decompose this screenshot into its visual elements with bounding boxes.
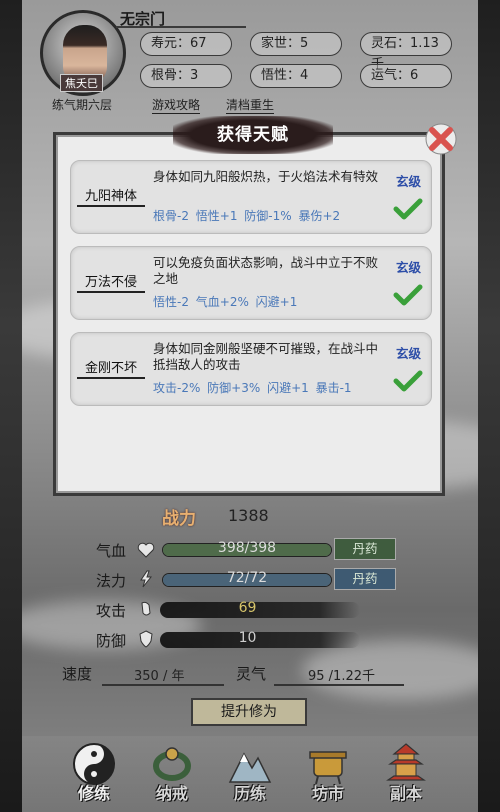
talent-grade: 玄级 bbox=[395, 346, 421, 361]
hp-label: 气血 bbox=[96, 542, 127, 560]
talent-desc: 身体如同金刚般坚硬不可摧毁，在战斗中抵挡敌人的攻击 bbox=[153, 341, 379, 372]
stat-lifespan: 寿元：67 bbox=[140, 32, 232, 56]
talent-grade: 玄级 bbox=[395, 174, 421, 189]
talent-bonus: 攻击-2% 防御+3% 闪避+1 暴击-1 bbox=[153, 381, 352, 395]
talent-bonus: 根骨-2 悟性+1 防御-1% 暴伤+2 bbox=[153, 209, 341, 223]
talent-card-1: 九阳神体 身体如同九阳般炽热，于火焰法术有特效 根骨-2 悟性+1 防御-1% … bbox=[70, 160, 432, 234]
stat-bone: 根骨：3 bbox=[140, 64, 232, 88]
power-label: 战力 bbox=[162, 509, 196, 529]
defense-label: 防御 bbox=[96, 632, 127, 650]
stat-spirit-stone: 灵石：1.13千 bbox=[360, 32, 452, 72]
stat-comprehension: 悟性：4 bbox=[250, 64, 342, 88]
lightning-icon bbox=[140, 570, 153, 588]
mp-value: 72/72 bbox=[226, 570, 268, 586]
fist-icon bbox=[141, 601, 151, 616]
talent-name: 万法不侵 bbox=[77, 271, 145, 293]
speed-label: 速度 bbox=[62, 665, 93, 683]
talent-card-2: 万法不侵 可以免疫负面状态影响，战斗中立于不败之地 悟性-2 气血+2% 闪避+… bbox=[70, 246, 432, 320]
nav-ring[interactable]: 纳戒 bbox=[136, 742, 208, 808]
heart-icon bbox=[137, 542, 155, 558]
attack-value: 69 bbox=[238, 600, 257, 616]
modal-title: 获得天赋 bbox=[217, 125, 289, 145]
attack-label: 攻击 bbox=[96, 602, 127, 620]
nav-label: 历练 bbox=[233, 784, 266, 803]
check-icon[interactable] bbox=[393, 197, 423, 221]
qi-value: 95 /1.22千 bbox=[308, 669, 375, 684]
nav-label: 副本 bbox=[389, 784, 422, 803]
defense-value: 10 bbox=[238, 630, 257, 646]
talent-grade: 玄级 bbox=[395, 260, 421, 275]
nav-label: 纳戒 bbox=[155, 784, 188, 803]
hp-value: 398/398 bbox=[217, 540, 277, 556]
stat-luck: 运气：6 bbox=[360, 64, 452, 88]
nav-label: 坊市 bbox=[311, 784, 344, 803]
talent-desc: 可以免疫负面状态影响，战斗中立于不败之地 bbox=[153, 255, 379, 286]
guide-link[interactable]: 游戏攻略 bbox=[152, 96, 201, 114]
mp-label: 法力 bbox=[96, 572, 127, 590]
speed-underline bbox=[102, 684, 224, 686]
nav-training[interactable]: 历练 bbox=[214, 742, 286, 808]
talent-card-3: 金刚不坏 身体如同金刚般坚硬不可摧毁，在战斗中抵挡敌人的攻击 攻击-2% 防御+… bbox=[70, 332, 432, 406]
talent-bonus: 悟性-2 气血+2% 闪避+1 bbox=[153, 295, 298, 309]
right-border bbox=[478, 0, 500, 812]
talent-name: 九阳神体 bbox=[77, 185, 145, 207]
character-name: 焦夭巳 bbox=[60, 74, 103, 92]
qi-label: 灵气 bbox=[236, 665, 267, 683]
close-icon[interactable] bbox=[424, 122, 458, 156]
nav-cultivate[interactable]: 修练 bbox=[58, 742, 130, 808]
talent-desc: 身体如同九阳般炽热，于火焰法术有特效 bbox=[153, 169, 379, 184]
nav-dungeon[interactable]: 副本 bbox=[370, 742, 442, 808]
left-border bbox=[0, 0, 22, 812]
realm-level: 练气期六层 bbox=[52, 98, 113, 112]
check-icon[interactable] bbox=[393, 283, 423, 307]
talent-name: 金刚不坏 bbox=[77, 357, 145, 379]
sect-underline bbox=[116, 26, 246, 28]
upgrade-cultivation-button[interactable]: 提升修为 bbox=[191, 698, 307, 726]
rebirth-link[interactable]: 清档重生 bbox=[226, 96, 275, 114]
hp-potion-button[interactable]: 丹药 bbox=[334, 538, 396, 560]
mp-potion-button[interactable]: 丹药 bbox=[334, 568, 396, 590]
power-value: 1388 bbox=[228, 506, 269, 525]
speed-value: 350 / 年 bbox=[134, 669, 185, 684]
qi-underline bbox=[274, 684, 404, 686]
nav-label: 修练 bbox=[77, 784, 110, 803]
check-icon[interactable] bbox=[393, 369, 423, 393]
stat-family: 家世：5 bbox=[250, 32, 342, 56]
nav-market[interactable]: 坊市 bbox=[292, 742, 364, 808]
shield-icon bbox=[139, 630, 153, 648]
